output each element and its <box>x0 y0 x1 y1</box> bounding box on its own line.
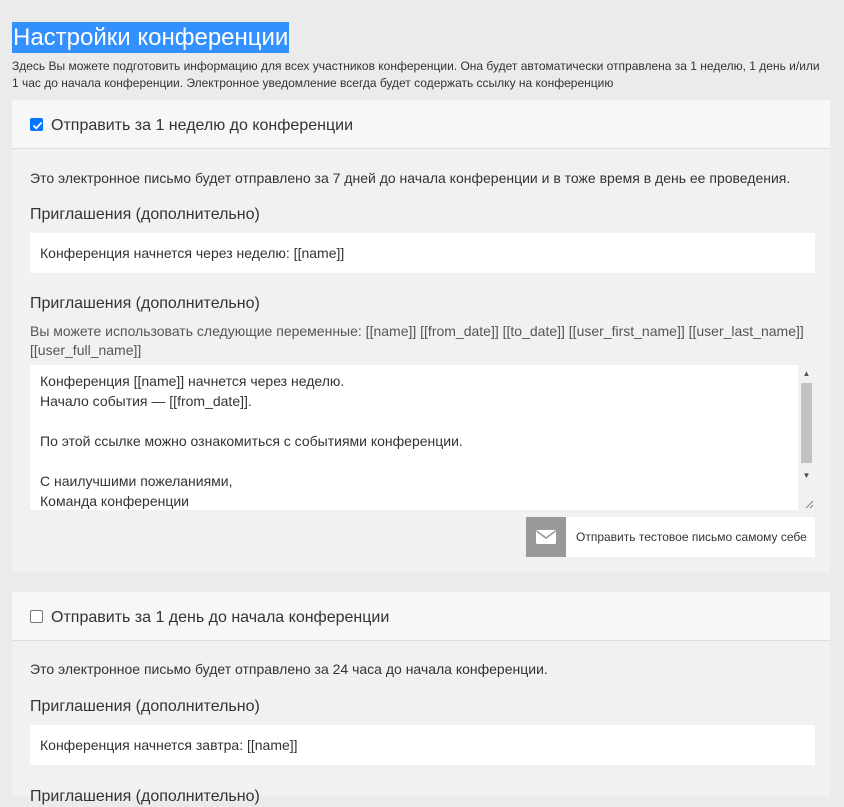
day-body-label: Приглашения (дополнительно) <box>30 788 260 805</box>
resize-handle-icon[interactable] <box>803 498 814 509</box>
body-line: Команда конференции <box>40 493 189 509</box>
week-body-textarea[interactable]: Конференция [[name]] начнется через неде… <box>30 365 815 510</box>
page-title: Настройки конференции <box>12 22 290 53</box>
send-test-email-label: Отправить тестовое письмо самому себе <box>576 530 807 544</box>
week-variables-hint: Вы можете использовать следующие перемен… <box>30 323 804 358</box>
scroll-down-arrow-icon[interactable]: ▼ <box>798 467 815 484</box>
day-reminder-header[interactable]: Отправить за 1 день до начала конференци… <box>12 592 830 641</box>
body-line <box>40 451 795 471</box>
conference-settings-page: Настройки конференции Здесь Вы можете по… <box>0 0 844 805</box>
week-body-text: Конференция [[name]] начнется через неде… <box>40 371 795 510</box>
checkmark-icon <box>32 121 43 130</box>
day-subject-input[interactable]: Конференция начнется завтра: [[name]] <box>30 725 815 765</box>
day-subject-label: Приглашения (дополнительно) <box>30 698 260 715</box>
day-reminder-description: Это электронное письмо будет отправлено … <box>30 661 548 677</box>
day-reminder-title: Отправить за 1 день до начала конференци… <box>51 609 390 626</box>
scroll-up-arrow-icon[interactable]: ▲ <box>798 365 815 382</box>
body-line: По этой ссылке можно ознакомиться с собы… <box>40 433 463 449</box>
week-subject-input[interactable]: Конференция начнется через неделю: [[nam… <box>30 233 815 273</box>
body-line: С наилучшими пожеланиями, <box>40 473 233 489</box>
body-line <box>40 411 795 431</box>
week-body-label: Приглашения (дополнительно) <box>30 295 260 312</box>
week-reminder-card: Отправить за 1 неделю до конференции Это… <box>12 100 830 572</box>
textarea-scrollbar[interactable]: ▲ ▼ <box>798 365 815 510</box>
week-reminder-checkbox[interactable] <box>30 118 43 131</box>
body-line: Начало события — [[from_date]]. <box>40 393 252 409</box>
scrollbar-thumb[interactable] <box>801 383 812 463</box>
body-line: Конференция [[name]] начнется через неде… <box>40 373 345 389</box>
day-reminder-checkbox[interactable] <box>30 610 43 623</box>
week-subject-label: Приглашения (дополнительно) <box>30 206 260 223</box>
week-reminder-header[interactable]: Отправить за 1 неделю до конференции <box>12 100 830 149</box>
envelope-icon <box>526 517 566 557</box>
day-reminder-card: Отправить за 1 день до начала конференци… <box>12 592 830 805</box>
send-test-email-button[interactable]: Отправить тестовое письмо самому себе <box>526 517 815 557</box>
week-reminder-title: Отправить за 1 неделю до конференции <box>51 117 353 134</box>
intro-text: Здесь Вы можете подготовить информацию д… <box>12 59 820 90</box>
week-reminder-description: Это электронное письмо будет отправлено … <box>30 170 791 186</box>
